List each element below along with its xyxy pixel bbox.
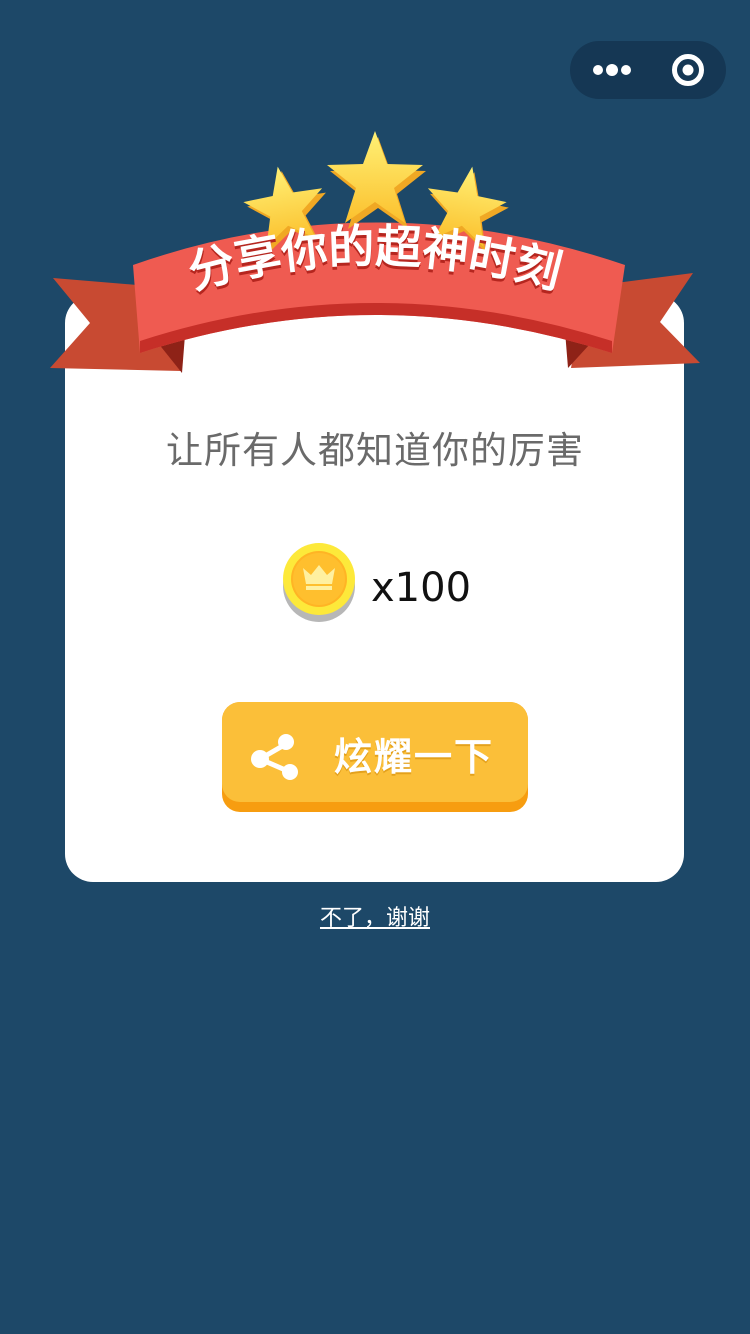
decline-row: 不了，谢谢 — [0, 900, 750, 932]
target-circle-icon — [672, 54, 704, 86]
mini-program-capsule — [570, 41, 726, 99]
reward-amount: x100 — [371, 565, 472, 611]
share-button-label: 炫耀一下 — [334, 735, 495, 779]
more-options-button[interactable] — [590, 51, 634, 89]
crown-coin-icon — [283, 543, 355, 622]
modal-subtitle: 让所有人都知道你的厉害 — [166, 429, 584, 472]
share-button[interactable]: 炫耀一下 — [222, 702, 528, 812]
title-ribbon-banner: 分享你的超神时刻 分享你的超神时刻 — [50, 131, 700, 373]
star-icon-center — [327, 131, 426, 229]
share-button-face: 炫耀一下 — [222, 702, 528, 802]
decline-link[interactable]: 不了，谢谢 — [320, 906, 430, 931]
more-dots-icon — [593, 64, 631, 76]
share-icon — [251, 734, 298, 780]
close-mini-program-button[interactable] — [666, 51, 710, 89]
